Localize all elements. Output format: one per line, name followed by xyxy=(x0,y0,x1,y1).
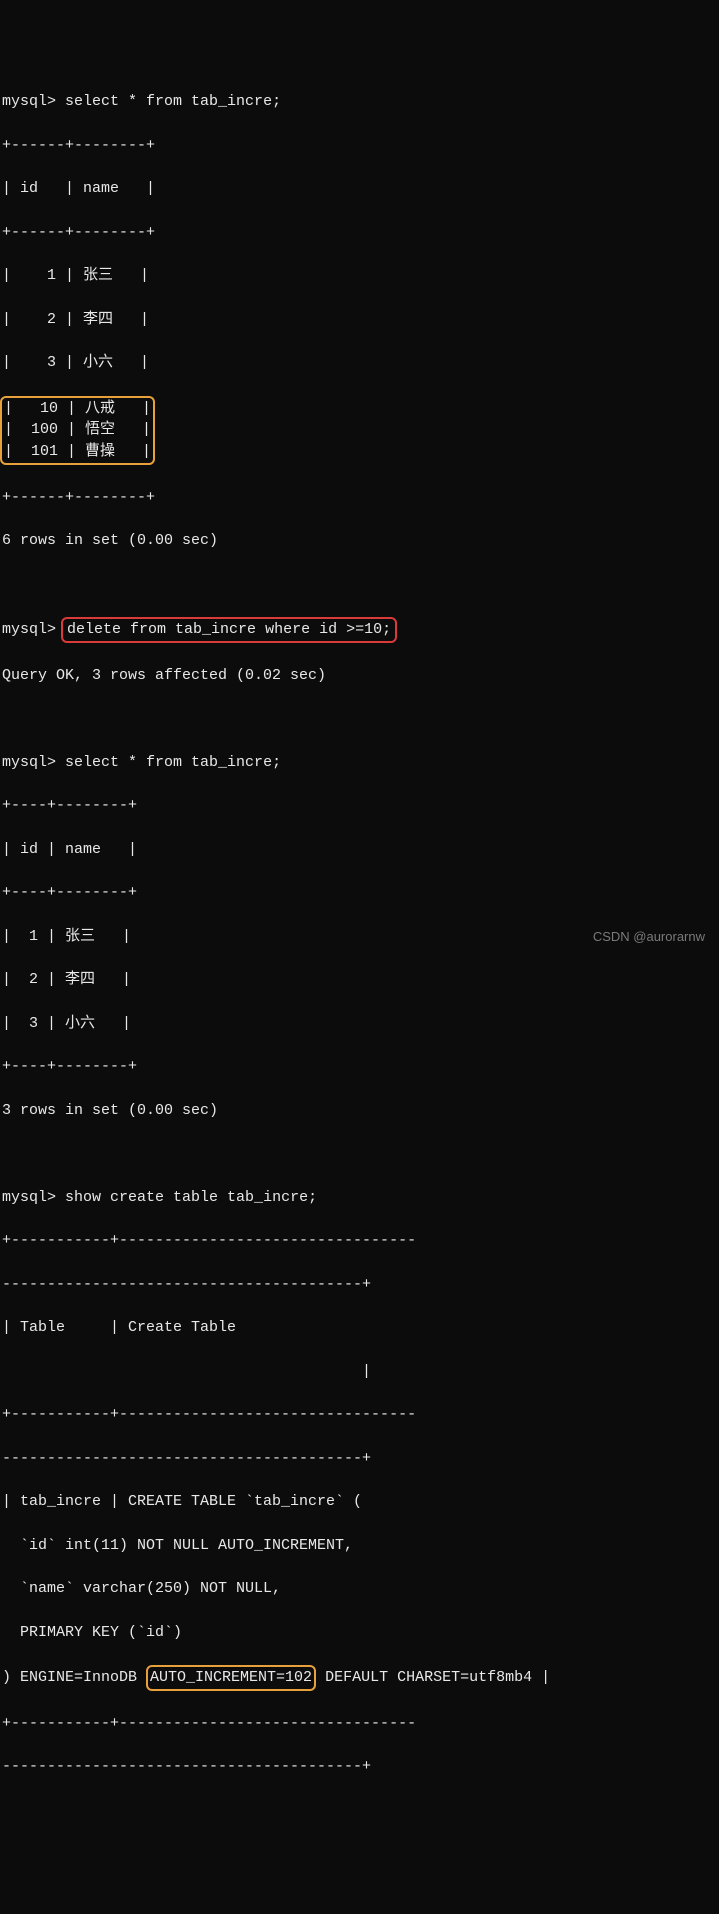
table1-sep-bot: +------+--------+ xyxy=(2,487,717,509)
mysql-prompt: mysql> xyxy=(2,621,56,638)
table2-row-2: | 2 | 李四 | xyxy=(2,969,717,991)
table3-row-1: | tab_incre | CREATE TABLE `tab_incre` ( xyxy=(2,1491,717,1513)
mysql-prompt: mysql> xyxy=(2,93,56,110)
table2-sep-mid: +----+--------+ xyxy=(2,882,717,904)
table3-row-2: `id` int(11) NOT NULL AUTO_INCREMENT, xyxy=(2,1535,717,1557)
terminal-screenshot: { "prompt": "mysql>", "query1": "select … xyxy=(0,0,719,957)
table3-sep-top: +-----------+---------------------------… xyxy=(2,1230,717,1252)
blank-3 xyxy=(2,1143,717,1165)
table3-header2: | xyxy=(2,1361,717,1383)
highlighted-rows: | 10 | 八戒 | | 100 | 悟空 | | 101 | 曹操 | xyxy=(2,396,717,465)
mysql-prompt: mysql> xyxy=(2,1189,56,1206)
table3-sep-mid: +-----------+---------------------------… xyxy=(2,1404,717,1426)
query-line-3: mysql> select * from tab_incre; xyxy=(2,752,717,774)
sql-select-1: select * from tab_incre; xyxy=(65,93,281,110)
table3-sep-bot: +-----------+---------------------------… xyxy=(2,1713,717,1735)
table2-sep-bot: +----+--------+ xyxy=(2,1056,717,1078)
table2-sep-top: +----+--------+ xyxy=(2,795,717,817)
table1-row-5: | 100 | 悟空 | xyxy=(4,421,151,438)
table3-sep-mid2: ----------------------------------------… xyxy=(2,1448,717,1470)
table3-row-5: ) ENGINE=InnoDB AUTO_INCREMENT=102 DEFAU… xyxy=(2,1665,717,1691)
auto-increment-highlight: AUTO_INCREMENT=102 xyxy=(146,1665,316,1691)
table3-header: | Table | Create Table xyxy=(2,1317,717,1339)
sql-delete: delete from tab_incre where id >=10; xyxy=(61,617,397,643)
engine-text: ) ENGINE=InnoDB xyxy=(2,1669,146,1686)
table1-sep-top: +------+--------+ xyxy=(2,135,717,157)
table2-header: | id | name | xyxy=(2,839,717,861)
table1-row-1: | 1 | 张三 | xyxy=(2,265,717,287)
watermark: CSDN @aurorarnw xyxy=(593,928,705,947)
table1-row-4: | 10 | 八戒 | xyxy=(4,400,151,417)
query2-result: Query OK, 3 rows affected (0.02 sec) xyxy=(2,665,717,687)
sql-show-create: show create table tab_incre; xyxy=(65,1189,317,1206)
sql-select-2: select * from tab_incre; xyxy=(65,754,281,771)
mysql-prompt: mysql> xyxy=(2,754,56,771)
table3-sep-top2: ----------------------------------------… xyxy=(2,1274,717,1296)
charset-text: DEFAULT CHARSET=utf8mb4 | xyxy=(316,1669,550,1686)
query-line-2: mysql> delete from tab_incre where id >=… xyxy=(2,617,717,643)
table2-row-3: | 3 | 小六 | xyxy=(2,1013,717,1035)
table1-row-2: | 2 | 李四 | xyxy=(2,309,717,331)
table1-row-6: | 101 | 曹操 | xyxy=(4,443,151,460)
table2-result: 3 rows in set (0.00 sec) xyxy=(2,1100,717,1122)
table1-header: | id | name | xyxy=(2,178,717,200)
table1-result: 6 rows in set (0.00 sec) xyxy=(2,530,717,552)
table3-row-4: PRIMARY KEY (`id`) xyxy=(2,1622,717,1644)
table3-row-3: `name` varchar(250) NOT NULL, xyxy=(2,1578,717,1600)
table3-sep-bot2: ----------------------------------------… xyxy=(2,1756,717,1778)
table1-sep-mid: +------+--------+ xyxy=(2,222,717,244)
query-line-1: mysql> select * from tab_incre; xyxy=(2,91,717,113)
blank-2 xyxy=(2,708,717,730)
query-line-4: mysql> show create table tab_incre; xyxy=(2,1187,717,1209)
table1-row-3: | 3 | 小六 | xyxy=(2,352,717,374)
blank-1 xyxy=(2,574,717,596)
